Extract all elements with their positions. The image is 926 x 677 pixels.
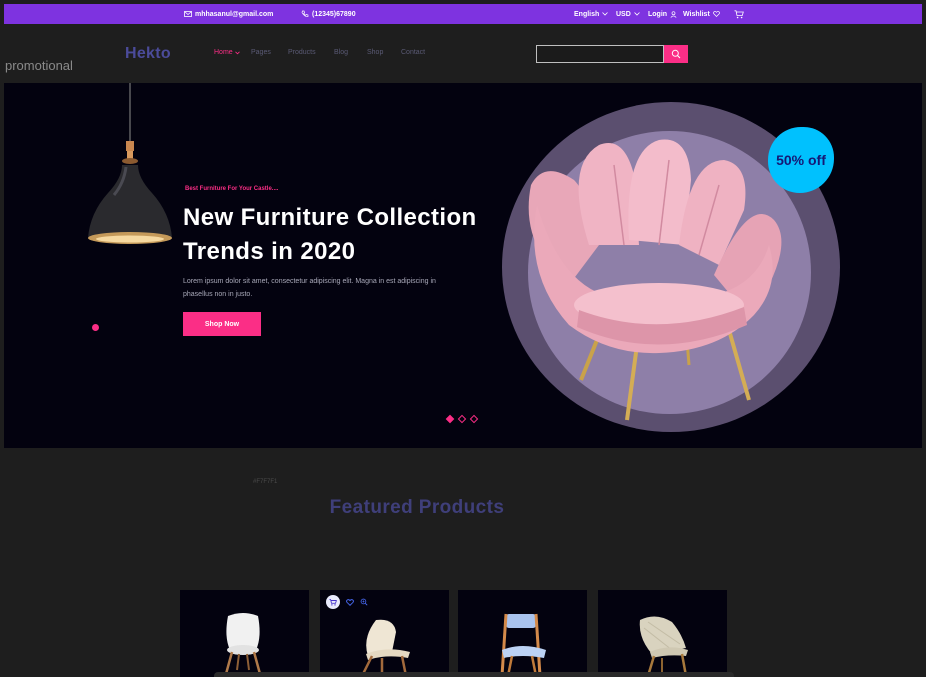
color-note: #F7F7F1	[253, 479, 278, 485]
carousel-dot-1[interactable]	[445, 414, 455, 424]
nav-item-blog[interactable]: Blog	[334, 49, 348, 56]
nav-item-home[interactable]: Home	[214, 49, 240, 56]
nav-item-pages[interactable]: Pages	[251, 49, 271, 56]
card-actions	[326, 595, 368, 609]
currency-label: USD	[616, 10, 631, 18]
product-card[interactable]	[180, 590, 309, 677]
wishlist-label: Wishlist	[683, 10, 710, 18]
carousel-indicators	[445, 414, 479, 424]
blue-seat-chair-image	[500, 613, 546, 676]
featured-products-title: Featured Products	[329, 497, 505, 518]
email-text: mhhasanul@gmail.com	[195, 10, 274, 18]
product-card[interactable]	[320, 590, 449, 677]
cart-icon	[329, 598, 337, 605]
search-input[interactable]	[536, 45, 664, 63]
hero-banner: Best Furniture For Your Castle.... New F…	[4, 83, 922, 448]
phone-icon	[301, 10, 309, 17]
cart-button[interactable]	[734, 4, 744, 24]
hero-headline: New Furniture Collection Trends in 2020	[183, 204, 477, 265]
heart-icon	[712, 11, 720, 17]
armchair-image	[528, 139, 782, 421]
zoom-in-icon[interactable]	[360, 598, 368, 606]
chevron-down-icon	[602, 12, 609, 16]
chevron-down-icon	[234, 51, 240, 54]
phone-text: (12345)67890	[312, 10, 356, 18]
heart-icon[interactable]	[346, 598, 354, 606]
language-label: English	[574, 10, 600, 18]
pendant-lamp-image	[88, 83, 172, 244]
nav-home-label: Home	[214, 49, 233, 56]
white-chair-image	[224, 613, 262, 674]
lounge-chair-image	[360, 619, 410, 676]
nav-item-products[interactable]: Products	[288, 49, 316, 56]
currency-select[interactable]: USD	[616, 4, 640, 24]
hero-description: Lorem ipsum dolor sit amet, consectetur …	[183, 278, 436, 298]
carousel-dot-3[interactable]	[469, 414, 479, 424]
mail-icon	[184, 11, 192, 17]
language-select[interactable]: English	[574, 4, 609, 24]
promotional-label: promotional	[5, 58, 73, 73]
email-contact[interactable]: mhhasanul@gmail.com	[184, 4, 273, 24]
bottom-scroll-edge	[214, 672, 734, 677]
cart-icon	[734, 9, 744, 18]
discount-badge: 50% off	[768, 127, 834, 193]
page: mhhasanul@gmail.com (12345)67890 English…	[0, 0, 926, 677]
carousel-dot-2[interactable]	[457, 414, 467, 424]
top-bar: mhhasanul@gmail.com (12345)67890 English…	[4, 4, 922, 24]
beige-chair-image	[639, 616, 688, 676]
product-card[interactable]	[598, 590, 727, 677]
user-icon	[670, 10, 677, 18]
nav-item-contact[interactable]: Contact	[401, 49, 425, 56]
brand-logo[interactable]: Hekto	[125, 45, 171, 63]
phone-contact[interactable]: (12345)67890	[301, 4, 356, 24]
nav-item-shop[interactable]: Shop	[367, 49, 383, 56]
product-card[interactable]	[458, 590, 587, 677]
decorative-dot	[92, 324, 99, 331]
hero-tagline: Best Furniture For Your Castle....	[185, 186, 279, 192]
login-link[interactable]: Login	[648, 4, 677, 24]
wishlist-link[interactable]: Wishlist	[683, 4, 720, 24]
chevron-down-icon	[633, 12, 640, 16]
search-icon	[671, 49, 681, 59]
shop-now-button[interactable]: Shop Now	[183, 312, 261, 336]
add-to-cart-button[interactable]	[326, 595, 340, 609]
search-button[interactable]	[664, 45, 688, 63]
login-label: Login	[648, 10, 668, 18]
